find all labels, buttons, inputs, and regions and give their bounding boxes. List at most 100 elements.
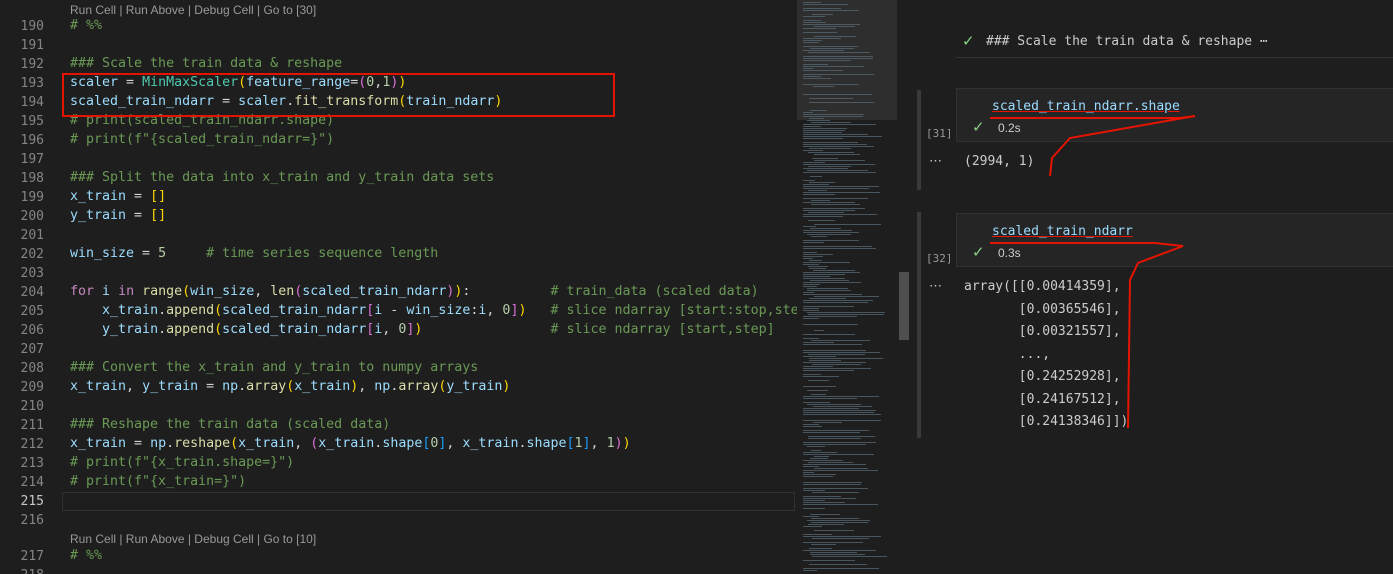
line-number-205: 205 bbox=[20, 304, 44, 319]
minimap-line bbox=[803, 64, 828, 65]
code-line-202[interactable]: win_size = 5 # time series sequence leng… bbox=[70, 246, 438, 261]
minimap-line bbox=[803, 246, 872, 247]
code-line-214[interactable]: # print(f"{x_train=}") bbox=[70, 474, 246, 489]
code-line-205[interactable]: x_train.append(scaled_train_ndarr[i - wi… bbox=[70, 303, 797, 318]
cell-31-input[interactable]: scaled_train_ndarr.shape ✓ 0.2s bbox=[956, 88, 1393, 142]
minimap-line bbox=[814, 330, 824, 331]
minimap-line bbox=[808, 212, 844, 213]
code-line-192[interactable]: ### Scale the train data & reshape bbox=[70, 56, 342, 71]
checkmark-icon: ✓ bbox=[972, 243, 985, 261]
ellipsis-icon[interactable]: ⋯ bbox=[929, 278, 942, 294]
vertical-scrollbar[interactable] bbox=[897, 0, 911, 574]
current-line-highlight bbox=[62, 492, 795, 511]
minimap-line bbox=[809, 358, 883, 359]
minimap-line bbox=[808, 190, 827, 191]
minimap-line bbox=[803, 28, 836, 29]
minimap-line bbox=[803, 498, 856, 499]
minimap-line bbox=[803, 42, 819, 43]
minimap-line bbox=[803, 248, 876, 249]
minimap-line bbox=[810, 552, 857, 553]
minimap-line bbox=[803, 324, 858, 325]
line-number-208: 208 bbox=[20, 361, 44, 376]
minimap-line bbox=[808, 354, 865, 355]
minimap-line bbox=[803, 412, 874, 413]
cell-31-exec-count: [31] bbox=[926, 127, 953, 140]
minimap-line bbox=[803, 484, 861, 485]
minimap-line bbox=[808, 314, 884, 315]
minimap-line bbox=[803, 352, 880, 353]
code-line-212[interactable]: x_train = np.reshape(x_train, (x_train.s… bbox=[70, 436, 631, 451]
code-line-204[interactable]: for i in range(win_size, len(scaled_trai… bbox=[70, 284, 759, 299]
cell-32-exec-time: 0.3s bbox=[998, 246, 1021, 260]
minimap-line bbox=[809, 298, 846, 299]
codelens-bottom[interactable]: Run Cell | Run Above | Debug Cell | Go t… bbox=[70, 532, 316, 546]
minimap-line bbox=[811, 204, 860, 205]
line-number-206: 206 bbox=[20, 323, 44, 338]
code-line-196[interactable]: # print(f"{scaled_train_ndarr=}") bbox=[70, 132, 334, 147]
code-editor[interactable]: Run Cell | Run Above | Debug Cell | Go t… bbox=[0, 0, 797, 574]
minimap-line bbox=[803, 116, 863, 117]
markdown-cell[interactable]: ✓ ### Scale the train data & reshape ⋯ bbox=[956, 29, 1393, 58]
minimap-line bbox=[803, 396, 879, 397]
minimap-line bbox=[807, 520, 870, 521]
minimap-line bbox=[807, 120, 830, 121]
minimap-line bbox=[814, 160, 865, 161]
cell-31-source[interactable]: scaled_train_ndarr.shape bbox=[992, 99, 1180, 114]
minimap-line bbox=[803, 370, 854, 371]
minimap-line bbox=[812, 158, 838, 159]
scrollbar-thumb[interactable] bbox=[899, 272, 909, 340]
ellipsis-icon[interactable]: ⋯ bbox=[929, 153, 942, 169]
line-number-191: 191 bbox=[20, 38, 44, 53]
minimap-line bbox=[803, 452, 837, 453]
minimap-line bbox=[803, 32, 837, 33]
minimap-line bbox=[807, 312, 885, 313]
line-number-200: 200 bbox=[20, 209, 44, 224]
minimap-line bbox=[808, 166, 851, 167]
code-line-206[interactable]: y_train.append(scaled_train_ndarr[i, 0])… bbox=[70, 322, 775, 337]
minimap-line bbox=[803, 490, 825, 491]
minimap-line bbox=[803, 50, 844, 51]
minimap-line bbox=[803, 146, 874, 147]
code-line-190[interactable]: # %% bbox=[70, 18, 102, 33]
minimap-line bbox=[809, 548, 832, 549]
code-line-209[interactable]: x_train, y_train = np.array(x_train), np… bbox=[70, 379, 510, 394]
minimap-line bbox=[803, 168, 848, 169]
minimap-line bbox=[813, 406, 872, 407]
cell-32-input[interactable]: scaled_train_ndarr ✓ 0.3s bbox=[956, 213, 1393, 267]
minimap-line bbox=[808, 152, 854, 153]
minimap-line bbox=[803, 128, 847, 129]
minimap-line bbox=[803, 124, 876, 125]
minimap-line bbox=[803, 274, 845, 275]
minimap-line bbox=[803, 256, 823, 257]
cell-32-source[interactable]: scaled_train_ndarr bbox=[992, 224, 1133, 239]
minimap-line bbox=[803, 466, 819, 467]
minimap-line bbox=[803, 258, 813, 259]
code-line-198[interactable]: ### Split the data into x_train and y_tr… bbox=[70, 170, 494, 185]
code-line-200[interactable]: y_train = [] bbox=[70, 208, 166, 223]
minimap-line bbox=[814, 154, 860, 155]
minimap-line bbox=[803, 292, 814, 293]
code-line-199[interactable]: x_train = [] bbox=[70, 189, 166, 204]
code-line-217[interactable]: # %% bbox=[70, 548, 102, 563]
code-line-208[interactable]: ### Convert the x_train and y_train to n… bbox=[70, 360, 478, 375]
minimap-line bbox=[809, 182, 835, 183]
minimap-line bbox=[803, 502, 845, 503]
code-line-213[interactable]: # print(f"{x_train.shape=}") bbox=[70, 455, 294, 470]
codelens-top[interactable]: Run Cell | Run Above | Debug Cell | Go t… bbox=[70, 3, 316, 17]
minimap-line bbox=[809, 118, 824, 119]
minimap-line bbox=[803, 180, 815, 181]
minimap-line bbox=[811, 236, 827, 237]
cell-32-focus-bar[interactable] bbox=[917, 212, 921, 438]
minimap-line bbox=[803, 150, 823, 151]
cell-31-focus-bar[interactable] bbox=[917, 90, 921, 190]
code-line-211[interactable]: ### Reshape the train data (scaled data) bbox=[70, 417, 390, 432]
minimap-line bbox=[803, 78, 831, 79]
line-number-192: 192 bbox=[20, 57, 44, 72]
minimap-line bbox=[803, 66, 864, 67]
minimap-line bbox=[803, 138, 843, 139]
minimap-line bbox=[811, 394, 826, 395]
minimap-line bbox=[803, 132, 842, 133]
minimap[interactable] bbox=[797, 0, 897, 574]
minimap-line bbox=[810, 48, 854, 49]
minimap-line bbox=[803, 56, 873, 57]
